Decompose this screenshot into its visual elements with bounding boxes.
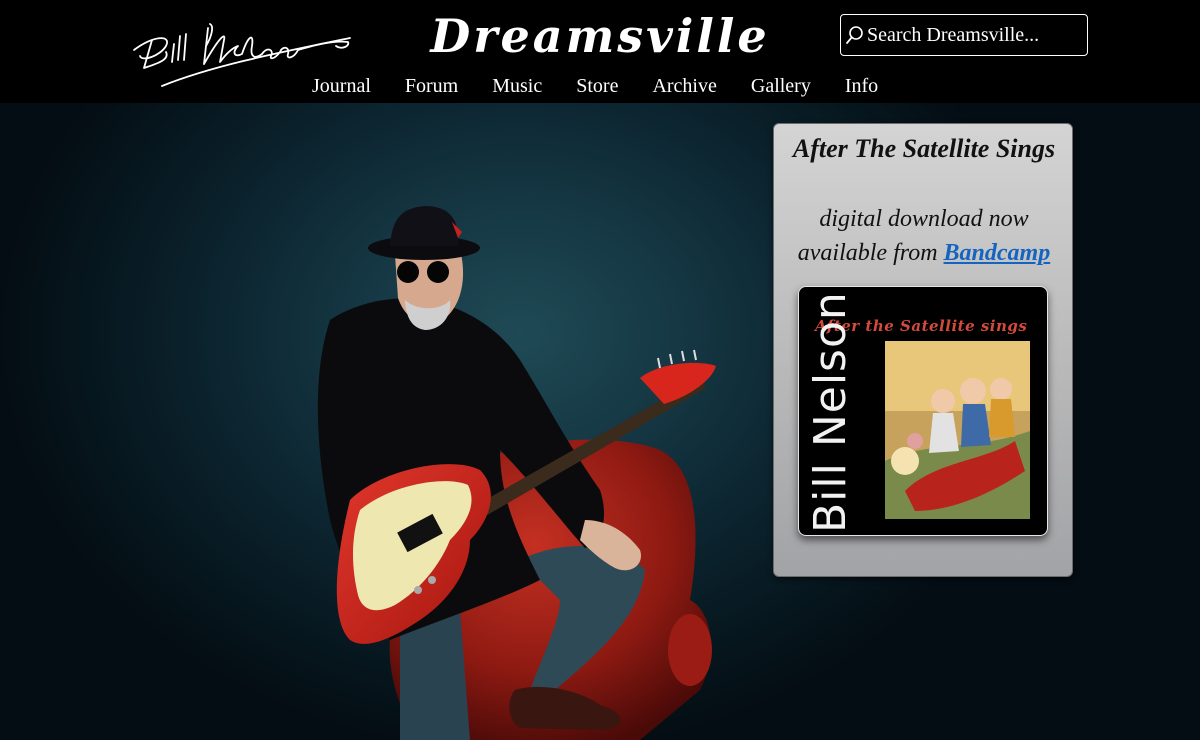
album-cover-artist: Bill Nelson bbox=[805, 291, 856, 533]
search-input[interactable] bbox=[865, 17, 1112, 53]
bandcamp-link[interactable]: Bandcamp bbox=[944, 240, 1051, 266]
promo-line-2-prefix: available from bbox=[797, 240, 944, 266]
search-icon[interactable] bbox=[845, 24, 865, 46]
nav-item-info[interactable]: Info bbox=[828, 75, 895, 98]
nav-item-journal[interactable]: Journal bbox=[295, 75, 388, 98]
nav-item-gallery[interactable]: Gallery bbox=[734, 75, 828, 98]
site-header: Dreamsville Journal Forum Music Store Ar… bbox=[0, 0, 1200, 103]
album-cover[interactable]: After the Satellite sings Bill Nelson bbox=[798, 286, 1048, 536]
nav-item-forum[interactable]: Forum bbox=[388, 75, 475, 98]
nav-item-store[interactable]: Store bbox=[559, 75, 635, 98]
search-box[interactable] bbox=[840, 14, 1112, 56]
nav-item-archive[interactable]: Archive bbox=[635, 75, 733, 98]
promo-title: After The Satellite Sings bbox=[792, 134, 1056, 163]
promo-line-1: digital download now bbox=[819, 206, 1029, 232]
album-cover-illustration bbox=[885, 341, 1030, 519]
site-title[interactable]: Dreamsville bbox=[420, 6, 780, 66]
promo-card: After The Satellite Sings digital downlo… bbox=[773, 123, 1073, 577]
nav-item-music[interactable]: Music bbox=[475, 75, 559, 98]
promo-line-2: available from Bandcamp bbox=[774, 236, 1074, 270]
main-nav: Journal Forum Music Store Archive Galler… bbox=[295, 72, 895, 100]
